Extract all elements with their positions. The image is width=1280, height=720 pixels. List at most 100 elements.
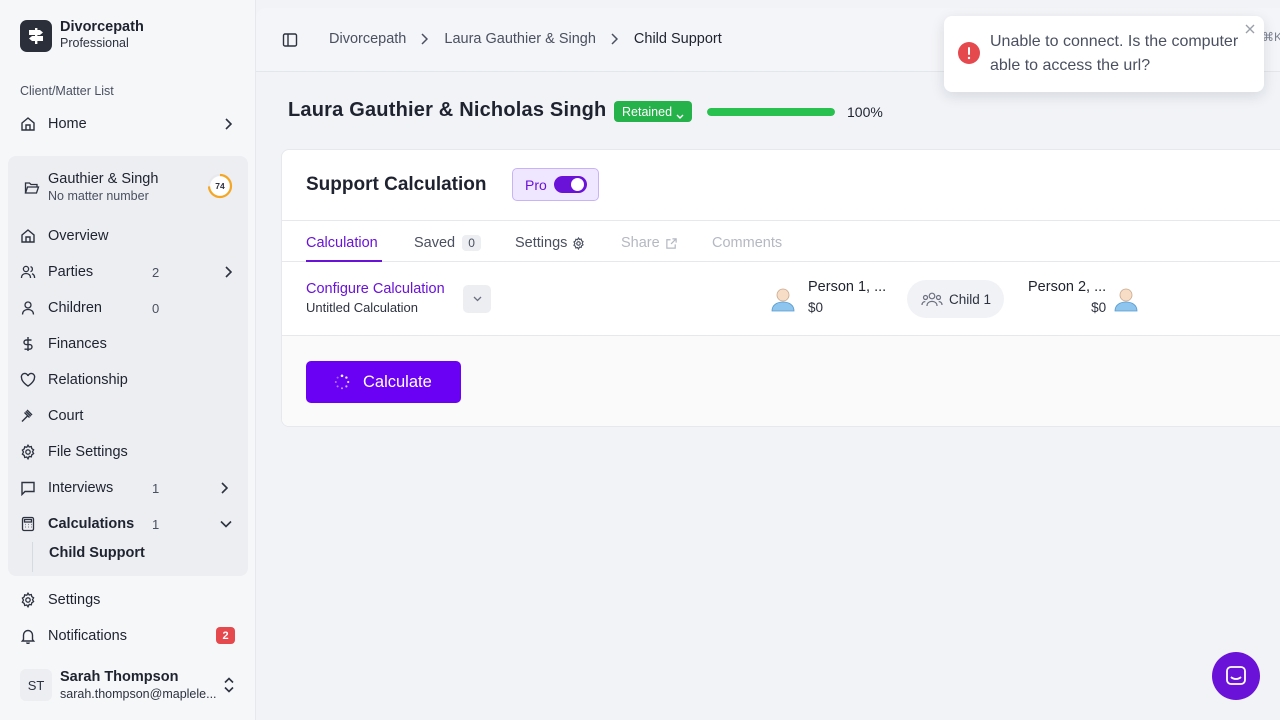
sidebar-item-label: Home [48, 116, 87, 132]
dollar-icon [20, 336, 36, 352]
person-2: Person 2, ... $0 [1028, 279, 1106, 315]
sidebar-item-label: Notifications [48, 628, 127, 644]
tab-label: Comments [712, 235, 783, 251]
sidebar-item-children[interactable]: Children 0 [20, 294, 242, 322]
calculate-button[interactable]: Calculate [306, 361, 461, 403]
case-progress-fill [707, 108, 835, 116]
sidebar-item-court[interactable]: Court [20, 402, 242, 430]
chevron-down-icon [676, 109, 684, 119]
breadcrumb-item[interactable]: Laura Gauthier & Singh [444, 31, 596, 47]
sidebar-item-file-settings[interactable]: File Settings [20, 438, 242, 466]
sidebar-item-overview[interactable]: Overview [20, 222, 242, 250]
sidebar-item-count: 1 [152, 480, 160, 496]
sidebar-toggle-icon[interactable] [282, 32, 298, 48]
child-chip[interactable]: Child 1 [907, 280, 1004, 318]
gear-icon [20, 592, 36, 608]
status-dropdown[interactable]: Retained [614, 101, 693, 122]
sidebar: Divorcepath Professional Client/Matter L… [0, 0, 256, 720]
person-name: Person 2, ... [1028, 279, 1107, 295]
notifications-badge: 2 [216, 627, 235, 644]
chevron-down-icon [473, 296, 481, 302]
calculator-icon [20, 516, 36, 532]
breadcrumb-current: Child Support [633, 31, 722, 47]
sidebar-item-label: Interviews [48, 480, 114, 496]
tab-saved[interactable]: Saved 0 [414, 235, 482, 251]
home-icon [20, 228, 36, 244]
home-icon [20, 116, 36, 132]
sidebar-item-notifications[interactable]: Notifications [20, 622, 242, 650]
sidebar-item-label: Court [48, 408, 84, 424]
person-1: Person 1, ... $0 [808, 279, 886, 315]
status-label: Retained [622, 104, 673, 119]
page-title: Laura Gauthier & Nicholas Singh [288, 99, 607, 121]
users-icon [20, 264, 36, 280]
sidebar-item-home[interactable]: Home [20, 110, 242, 138]
person-avatar-icon [1114, 288, 1138, 312]
sidebar-item-count: 2 [152, 264, 160, 280]
external-link-icon [665, 237, 678, 250]
child-label: Child 1 [949, 291, 992, 307]
sidebar-item-label: Settings [48, 592, 101, 608]
sidebar-item-label: Parties [48, 264, 94, 280]
heart-icon [20, 372, 36, 388]
person-amount: $0 [1091, 300, 1107, 315]
chat-icon [1226, 666, 1246, 685]
sidebar-item-relationship[interactable]: Relationship [20, 366, 242, 394]
chevron-right-icon [420, 33, 430, 45]
bell-icon [20, 628, 36, 644]
brand-plan: Professional [60, 36, 129, 50]
sidebar-item-label: Relationship [48, 372, 128, 388]
chevron-right-icon [222, 118, 234, 130]
avatar: ST [20, 669, 52, 701]
calculate-area: Calculate [282, 336, 1280, 426]
sidebar-item-settings[interactable]: Settings [20, 586, 242, 614]
person-avatar-icon [771, 288, 795, 312]
error-toast: Unable to connect. Is the computer able … [944, 16, 1264, 92]
matter-progress-value: 74 [215, 181, 225, 191]
case-progress-label: 100% [847, 104, 883, 120]
tab-comments: Comments [712, 235, 782, 251]
main-content: Divorcepath Laura Gauthier & Singh Child… [256, 8, 1280, 720]
user-name: Sarah Thompson [60, 668, 179, 685]
configure-calculation-link[interactable]: Configure Calculation [306, 281, 445, 297]
panel-title: Support Calculation [306, 174, 487, 195]
pro-toggle-box[interactable]: Pro [512, 168, 599, 201]
user-menu[interactable]: ST Sarah Thompson sarah.thompson@maplele… [20, 664, 242, 706]
configure-dropdown-button[interactable] [463, 285, 491, 313]
pro-toggle-switch[interactable] [554, 176, 587, 193]
matter-header[interactable]: Gauthier & Singh No matter number [24, 171, 158, 205]
gear-icon [20, 444, 36, 460]
sidebar-item-parties[interactable]: Parties 2 [20, 258, 242, 286]
shortcut-hint: ⌘K [1262, 30, 1280, 44]
sidebar-item-calculations[interactable]: Calculations 1 [20, 510, 242, 538]
tab-label: Calculation [306, 235, 378, 251]
case-progress-bar [707, 108, 835, 116]
tab-bar: Calculation Saved 0 Settings Share Comme… [282, 220, 1280, 262]
tab-settings[interactable]: Settings [515, 235, 585, 251]
chat-bubble-icon [20, 480, 36, 496]
chat-launcher-button[interactable] [1212, 652, 1260, 700]
chevron-down-icon [220, 518, 232, 530]
user-icon [20, 300, 36, 316]
error-alert-icon [958, 42, 980, 64]
sidebar-item-interviews[interactable]: Interviews 1 [20, 474, 242, 502]
signpost-logo-icon [20, 19, 52, 52]
sidebar-item-finances[interactable]: Finances [20, 330, 242, 358]
toast-message: Unable to connect. Is the computer able … [990, 33, 1239, 74]
sidebar-item-count: 0 [152, 300, 160, 316]
chevrons-up-down-icon [222, 676, 236, 694]
tab-label: Share [621, 235, 660, 251]
brand[interactable]: Divorcepath Professional [20, 19, 144, 52]
breadcrumb-item[interactable]: Divorcepath [329, 31, 406, 47]
calculate-label: Calculate [363, 372, 432, 391]
sidebar-item-count: 1 [152, 516, 160, 532]
tab-calculation[interactable]: Calculation [306, 235, 378, 251]
saved-count-badge: 0 [462, 235, 482, 251]
client-matter-list-label: Client/Matter List [20, 84, 114, 98]
sidebar-subitem-child-support[interactable]: Child Support [49, 545, 145, 561]
tab-label: Settings [515, 235, 568, 251]
support-calculation-panel: Support Calculation Pro Calculation Save… [281, 149, 1280, 427]
group-icon [921, 292, 943, 307]
matter-subtitle: No matter number [48, 189, 149, 203]
close-icon[interactable] [1244, 23, 1256, 35]
